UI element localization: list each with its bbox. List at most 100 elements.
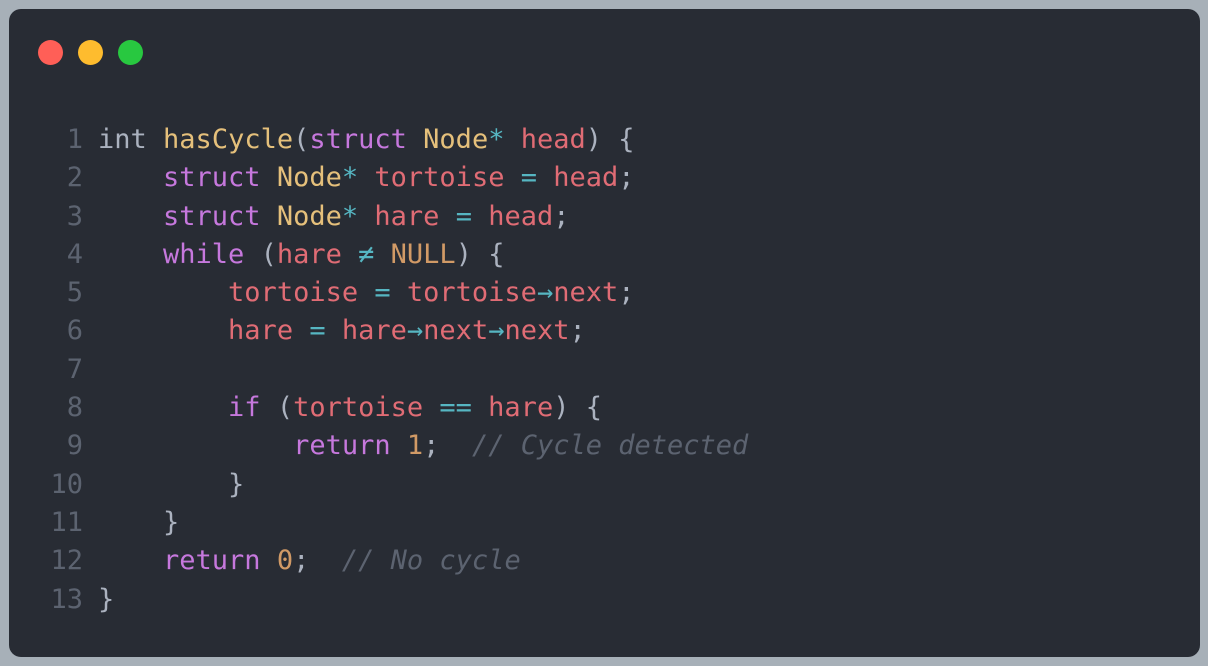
code-token: hare — [228, 315, 294, 347]
code-token: // No cycle — [341, 545, 521, 577]
code-token: → — [406, 315, 424, 347]
code-token: == — [439, 392, 472, 424]
code-line: 2 struct Node* tortoise = head; — [9, 159, 1200, 197]
code-line: 6 hare = hare→next→next; — [9, 312, 1200, 350]
code-token: NULL — [390, 238, 456, 270]
code-token: next — [423, 315, 489, 347]
code-token: tortoise — [228, 277, 359, 309]
line-code: } — [98, 466, 244, 504]
code-token: next — [504, 315, 570, 347]
code-token: ; — [553, 200, 570, 232]
code-token: ≠ — [358, 238, 375, 270]
code-token: return — [163, 545, 261, 577]
code-token: head — [520, 124, 586, 155]
code-token: struct — [163, 200, 261, 232]
code-token: ) { — [455, 238, 505, 270]
code-token: hare — [276, 238, 342, 270]
line-code: while (hare ≠ NULL) { — [98, 236, 504, 274]
code-line: 8 if (tortoise == hare) { — [9, 389, 1200, 427]
code-line: 12 return 0; // No cycle — [9, 542, 1200, 580]
code-token: ( — [293, 124, 310, 155]
code-token: int — [98, 124, 147, 155]
code-token: hasCycle — [163, 124, 294, 155]
code-line: 7 — [9, 351, 1200, 389]
line-code: struct Node* tortoise = head; — [98, 159, 635, 197]
code-token: * — [488, 124, 505, 155]
code-token: tortoise — [293, 392, 424, 424]
line-number: 9 — [66, 430, 83, 462]
code-token: } — [98, 583, 115, 615]
code-token: if — [228, 392, 261, 424]
code-token: next — [553, 277, 619, 309]
code-line: 1 int hasCycle(struct Node* head) { — [9, 121, 1200, 159]
minimize-button[interactable] — [78, 40, 103, 65]
line-code: } — [98, 504, 179, 542]
line-code: hare = hare→next→next; — [98, 312, 586, 350]
code-token: → — [536, 277, 554, 309]
line-code: if (tortoise == hare) { — [98, 389, 602, 427]
code-line: 10 } — [9, 466, 1200, 504]
line-number: 13 — [50, 583, 83, 615]
close-button[interactable] — [38, 40, 63, 65]
code-token: ; — [618, 277, 635, 309]
line-code: tortoise = tortoise→next; — [98, 274, 635, 312]
code-window: 1 int hasCycle(struct Node* head) {2 stru… — [9, 9, 1200, 657]
code-token: Node — [423, 124, 489, 155]
line-code: return 1; // Cycle detected — [98, 427, 748, 465]
code-line: 3 struct Node* hare = head; — [9, 198, 1200, 236]
code-block: 1 int hasCycle(struct Node* head) {2 stru… — [9, 121, 1200, 619]
code-line: 5 tortoise = tortoise→next; — [9, 274, 1200, 312]
line-code: return 0; // No cycle — [98, 542, 521, 580]
code-token: tortoise — [406, 277, 537, 309]
line-number: 4 — [66, 238, 83, 270]
line-code: struct Node* hare = head; — [98, 198, 570, 236]
code-token: 0 — [276, 545, 294, 577]
code-token: Node — [276, 162, 342, 194]
code-token: ( — [260, 392, 294, 424]
code-line: 11 } — [9, 504, 1200, 542]
code-token: ) { — [553, 392, 602, 424]
line-number: 10 — [50, 468, 83, 500]
code-token: tortoise — [374, 162, 505, 194]
code-token: struct — [309, 124, 407, 155]
code-token: while — [163, 238, 245, 270]
code-line: 4 while (hare ≠ NULL) { — [9, 236, 1200, 274]
code-token: * — [341, 162, 359, 194]
line-number: 3 — [66, 200, 83, 232]
code-token: = — [520, 162, 537, 194]
maximize-button[interactable] — [118, 40, 143, 65]
line-code: int hasCycle(struct Node* head) { — [98, 121, 635, 159]
code-token: head — [488, 200, 554, 232]
code-token: return — [293, 430, 391, 462]
code-token: = — [374, 277, 391, 309]
code-token: ; — [293, 545, 342, 577]
code-token: 1 — [406, 430, 424, 462]
code-token: Node — [276, 200, 342, 232]
line-number: 6 — [66, 315, 83, 347]
line-number: 8 — [66, 392, 83, 424]
code-token: // Cycle detected — [471, 430, 749, 462]
